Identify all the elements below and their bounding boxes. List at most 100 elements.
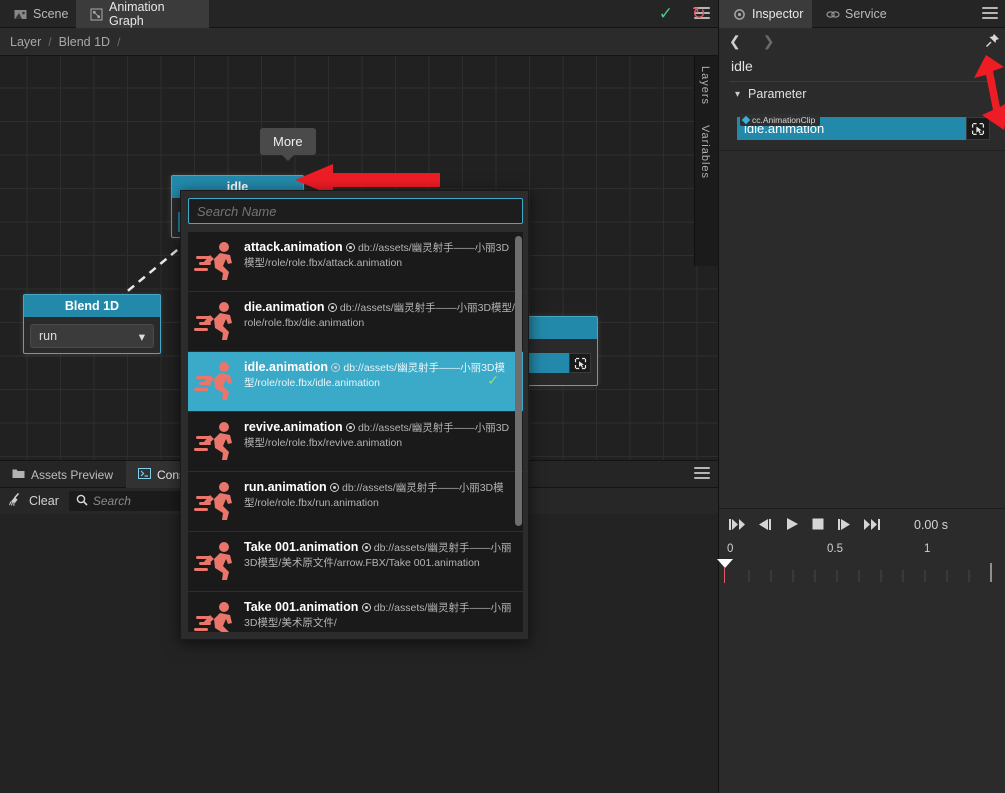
skip-to-end-button[interactable] xyxy=(864,518,881,534)
parameter-section-header[interactable]: ▾ Parameter xyxy=(735,86,988,102)
play-button[interactable] xyxy=(786,517,799,534)
hamburger-icon[interactable] xyxy=(694,467,710,481)
browse-asset-icon[interactable] xyxy=(569,353,591,373)
parameter-clip-wrapper: cc.AnimationClip idle.animation xyxy=(737,114,990,140)
running-man-icon xyxy=(194,359,240,403)
playhead-handle[interactable] xyxy=(717,559,733,568)
tab-assets-preview-label: Assets Preview xyxy=(31,467,114,482)
running-man-icon xyxy=(194,539,240,583)
parameter-clip-type: cc.AnimationClip xyxy=(740,114,821,126)
list-item[interactable]: run.animation db://assets/幽灵射手——小丽3D模型/r… xyxy=(188,472,523,532)
tab-scene-label: Scene xyxy=(33,7,69,21)
check-icon[interactable]: ✓ xyxy=(659,5,673,23)
chevron-left-icon[interactable]: ❮ xyxy=(729,33,741,50)
image-icon xyxy=(14,8,27,21)
asset-name: Take 001.animation xyxy=(244,600,359,614)
blend1d-select-value: run xyxy=(39,329,58,343)
tab-service-label: Service xyxy=(845,7,887,21)
terminal-icon xyxy=(138,467,151,482)
asset-picker-dropdown[interactable]: attack.animation db://assets/幽灵射手——小丽3D模… xyxy=(180,190,529,640)
app-root: Scene Animation Graph Layer / Blend 1D /… xyxy=(0,0,1005,793)
list-item[interactable]: attack.animation db://assets/幽灵射手——小丽3D模… xyxy=(188,232,523,292)
inspector-tabstrip: Inspector Service xyxy=(719,0,1005,28)
tab-animation-graph[interactable]: Animation Graph xyxy=(76,0,209,28)
selected-check-icon: ✓ xyxy=(487,372,499,388)
folder-icon xyxy=(12,468,25,482)
running-man-icon xyxy=(194,419,240,463)
playhead-line xyxy=(724,568,725,583)
search-input[interactable]: Search xyxy=(68,491,189,511)
browse-asset-icon[interactable] xyxy=(966,117,990,140)
node-blend1d-body: run ▾ xyxy=(24,317,160,353)
parameter-clip-type-label: cc.AnimationClip xyxy=(752,115,816,125)
tick-label-0: 0 xyxy=(727,543,734,555)
playback-controls xyxy=(729,517,881,534)
tick-label-1: 1 xyxy=(924,543,931,555)
node-blend1d-title: Blend 1D xyxy=(24,295,160,317)
tab-assets-preview[interactable]: Assets Preview xyxy=(0,461,126,488)
location-dot-icon xyxy=(345,243,355,252)
list-scrollbar[interactable] xyxy=(515,236,522,526)
tooltip-more: More xyxy=(260,128,316,161)
graph-side-tabs: Layers Variables xyxy=(694,56,718,266)
blend1d-select[interactable]: run ▾ xyxy=(30,324,154,348)
step-back-button[interactable] xyxy=(759,518,773,534)
location-dot-icon xyxy=(331,363,341,372)
console-search-placeholder: Search xyxy=(92,494,131,508)
chevron-down-icon: ▾ xyxy=(735,88,741,100)
list-item-selected[interactable]: idle.animation db://assets/幽灵射手——小丽3D模型/… xyxy=(188,352,523,412)
link-icon xyxy=(826,8,840,21)
asset-name: run.animation xyxy=(244,480,327,494)
asset-list[interactable]: attack.animation db://assets/幽灵射手——小丽3D模… xyxy=(188,232,523,632)
inspector-pane: Inspector Service ❮ ❯ idle ▾ Parameter c… xyxy=(717,0,1005,793)
step-forward-button[interactable] xyxy=(837,518,851,534)
parameter-section-label: Parameter xyxy=(748,87,807,101)
clear-button[interactable]: Clear xyxy=(8,492,59,510)
location-dot-icon xyxy=(346,423,355,432)
skip-to-start-button[interactable] xyxy=(729,518,746,534)
running-man-icon xyxy=(194,479,240,523)
timeline-ruler-labels: 0 0.5 1 xyxy=(719,543,1005,559)
breadcrumb-item-layer[interactable]: Layer xyxy=(10,35,41,49)
breadcrumb: Layer / Blend 1D / xyxy=(0,28,718,56)
list-item-texts: attack.animation db://assets/幽灵射手——小丽3D模… xyxy=(244,239,515,270)
sidebar-item-layers[interactable]: Layers xyxy=(695,56,715,115)
timeline-ruler[interactable] xyxy=(727,559,999,583)
stop-button[interactable] xyxy=(812,518,824,533)
running-man-icon xyxy=(194,239,240,283)
pin-icon[interactable] xyxy=(985,33,1000,51)
tab-inspector[interactable]: Inspector xyxy=(719,0,812,28)
list-item-texts: Take 001.animation db://assets/幽灵射手——小丽3… xyxy=(244,599,515,630)
list-item-texts: die.animation db://assets/幽灵射手——小丽3D模型/r… xyxy=(244,299,515,330)
list-item[interactable]: Take 001.animation db://assets/幽灵射手——小丽3… xyxy=(188,592,523,632)
tick-label-0-5: 0.5 xyxy=(827,543,843,555)
list-item[interactable]: Take 001.animation db://assets/幽灵射手——小丽3… xyxy=(188,532,523,592)
refresh-icon[interactable]: ↻ xyxy=(692,4,706,24)
search-icon xyxy=(76,494,88,509)
graph-node-blend1d[interactable]: Blend 1D run ▾ xyxy=(23,294,161,354)
parameter-clip-field: cc.AnimationClip idle.animation xyxy=(737,108,990,140)
inspector-navbar: ❮ ❯ xyxy=(719,28,1005,54)
divider xyxy=(729,81,996,82)
chevron-right-icon[interactable]: ❯ xyxy=(763,33,775,50)
list-item[interactable]: die.animation db://assets/幽灵射手——小丽3D模型/r… xyxy=(188,292,523,352)
current-time-label: 0.00 s xyxy=(914,518,949,532)
sidebar-item-variables[interactable]: Variables xyxy=(695,115,715,189)
list-item[interactable]: revive.animation db://assets/幽灵射手——小丽3D模… xyxy=(188,412,523,472)
breadcrumb-separator: / xyxy=(48,34,52,49)
asset-name: die.animation xyxy=(244,300,325,314)
asset-name: Take 001.animation xyxy=(244,540,359,554)
tab-service[interactable]: Service xyxy=(812,0,892,28)
asset-name: revive.animation xyxy=(244,420,343,434)
node-link xyxy=(117,241,189,300)
list-item-texts: idle.animation db://assets/幽灵射手——小丽3D模型/… xyxy=(244,359,515,390)
breadcrumb-item-blend1d[interactable]: Blend 1D xyxy=(59,35,110,49)
asset-name: attack.animation xyxy=(244,240,343,254)
search-input[interactable] xyxy=(188,198,523,224)
hamburger-icon[interactable] xyxy=(982,7,998,21)
list-item-texts: Take 001.animation db://assets/幽灵射手——小丽3… xyxy=(244,539,515,570)
location-dot-icon xyxy=(361,603,371,612)
tab-inspector-label: Inspector xyxy=(752,7,804,21)
running-man-icon xyxy=(194,599,240,632)
tab-scene[interactable]: Scene xyxy=(0,0,76,28)
